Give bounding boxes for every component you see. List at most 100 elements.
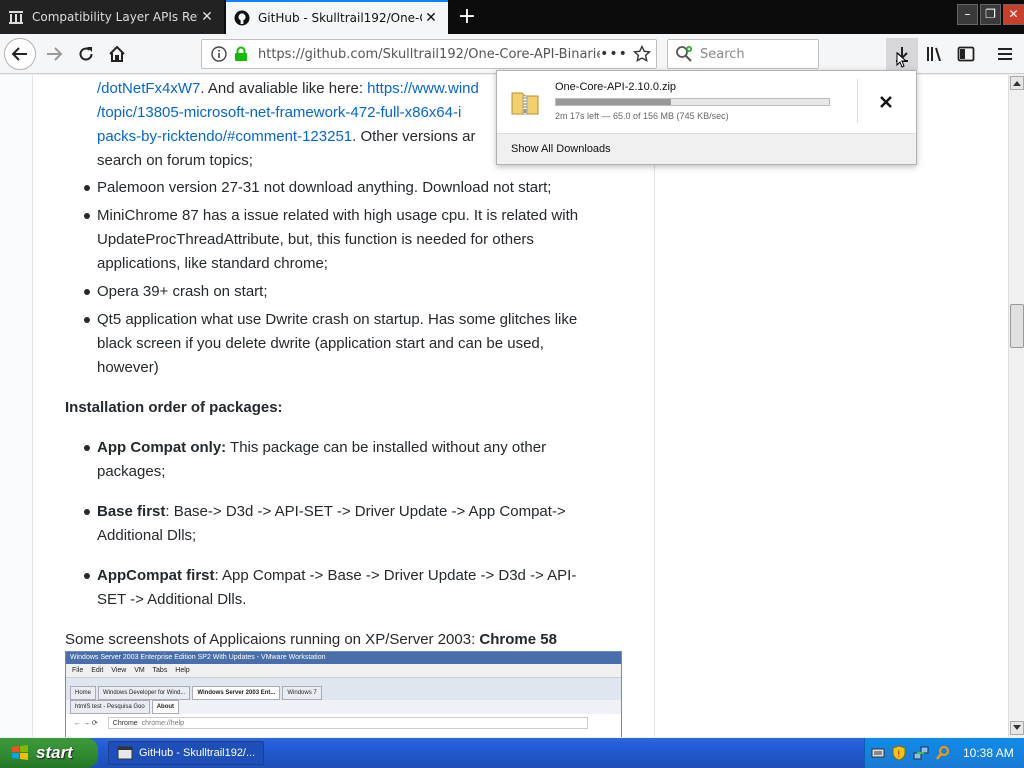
bullet-dot <box>84 185 90 191</box>
navigation-toolbar: https://github.com/Skulltrail192/One-Cor… <box>0 34 1024 74</box>
vm-tab: Windows 7 <box>282 686 322 700</box>
page-actions-button[interactable]: ••• <box>600 46 628 62</box>
reload-button[interactable] <box>70 38 102 70</box>
chrome-tab: About <box>151 700 180 714</box>
svg-text:!: ! <box>897 750 901 760</box>
list-item-continued: packages; <box>97 463 166 480</box>
downloads-panel: One-Core-API-2.10.0.zip 2m 17s left — 65… <box>496 70 917 165</box>
cancel-download-button[interactable] <box>875 91 897 113</box>
new-tab-button[interactable]: + <box>454 3 480 31</box>
tab-github[interactable]: GitHub - Skulltrail192/One-Core-Al ✕ <box>226 0 448 34</box>
start-button[interactable]: start <box>0 738 98 768</box>
list-item-continued: Additional Dlls; <box>97 527 197 544</box>
paragraph-line: /topic/13805-microsoft-net-framework-472… <box>97 101 461 125</box>
scroll-down-arrow-icon[interactable] <box>1010 721 1024 735</box>
list-item: MiniChrome 87 has a issue related with h… <box>97 207 579 224</box>
url-bar[interactable]: https://github.com/Skulltrail192/One-Cor… <box>201 39 657 69</box>
download-progress-fill <box>556 99 671 105</box>
vertical-scrollbar[interactable] <box>1008 75 1024 737</box>
vm-tab: Windows Developer for Wind... <box>98 686 191 700</box>
paragraph-line: packs-by-ricktendo/#comment-123251. Othe… <box>97 128 476 145</box>
bookmark-star-icon[interactable] <box>628 45 656 63</box>
tab-title: GitHub - Skulltrail192/One-Core-Al <box>258 11 422 25</box>
tab-compatibility-layer[interactable]: Compatibility Layer APIs Revampe ✕ <box>0 0 224 34</box>
left-gutter <box>0 75 33 737</box>
vm-tab: Windows Server 2003 Ent... <box>192 686 281 700</box>
search-icon <box>672 45 696 63</box>
tab-strip: Compatibility Layer APIs Revampe ✕ GitHu… <box>0 0 1024 34</box>
right-pane <box>656 75 1008 737</box>
github-icon <box>234 10 250 26</box>
chrome-tab: htmlS test - Pesquisa Goo <box>70 700 150 714</box>
download-progress-bar <box>555 98 830 106</box>
close-tab-icon[interactable]: ✕ <box>198 9 216 25</box>
bullet-dot <box>84 445 90 451</box>
security-shield-icon[interactable]: ! <box>891 745 907 761</box>
search-input[interactable] <box>700 46 810 62</box>
embedded-screenshot-image[interactable]: Windows Server 2003 Enterprise Edition S… <box>65 651 622 737</box>
close-icon <box>880 96 892 108</box>
close-tab-icon[interactable]: ✕ <box>422 10 440 26</box>
window-icon <box>117 746 133 760</box>
vm-tabs: Home Windows Developer for Wind... Windo… <box>66 678 621 700</box>
link-topic[interactable]: /topic/13805-microsoft-net-framework-472… <box>97 104 461 121</box>
library-button[interactable] <box>918 38 950 70</box>
link-wind[interactable]: https://www.wind <box>367 80 479 97</box>
forward-button[interactable] <box>38 38 70 70</box>
taskbar-item-github[interactable]: GitHub - Skulltrail192/... <box>108 741 264 765</box>
list-item-continued: however) <box>97 359 159 376</box>
back-button[interactable] <box>4 38 36 70</box>
system-tray: ! 10:38 AM <box>864 738 1024 768</box>
museum-icon <box>8 9 24 25</box>
link-dotnet[interactable]: /dotNetFx4xW7 <box>97 80 200 97</box>
search-tray-icon[interactable] <box>935 745 951 761</box>
download-item[interactable]: One-Core-API-2.10.0.zip 2m 17s left — 65… <box>497 71 916 133</box>
home-button[interactable] <box>101 38 133 70</box>
vm-menu-bar: File Edit View VM Tabs Help <box>66 664 621 678</box>
link-packs[interactable]: packs-by-ricktendo/#comment-123251 <box>97 128 352 145</box>
chrome-nav-icons: ← → ⟳ <box>74 720 98 727</box>
downloads-button[interactable] <box>886 38 918 70</box>
restore-button[interactable]: ❐ <box>980 4 1001 25</box>
list-item: Palemoon version 27-31 not download anyt… <box>97 179 552 196</box>
keyboard-icon[interactable] <box>871 746 885 760</box>
minimize-button[interactable]: – <box>957 4 978 25</box>
home-icon <box>109 45 125 62</box>
vm-title-bar: Windows Server 2003 Enterprise Edition S… <box>66 652 621 664</box>
info-icon[interactable] <box>208 46 230 62</box>
tab-title: Compatibility Layer APIs Revampe <box>32 10 198 24</box>
taskbar-item-label: GitHub - Skulltrail192/... <box>139 747 256 759</box>
forward-arrow-icon <box>47 47 63 61</box>
bullet-dot <box>84 509 90 515</box>
list-item-continued: SET -> Additional Dlls. <box>97 591 247 608</box>
paragraph-line: search on forum topics; <box>97 152 253 169</box>
list-item-continued: black screen if you delete dwrite (appli… <box>97 335 544 352</box>
show-all-downloads-button[interactable]: Show All Downloads <box>497 133 916 164</box>
lock-icon[interactable] <box>232 46 250 62</box>
list-item: AppCompat first: App Compat -> Base -> D… <box>97 567 577 584</box>
scroll-up-arrow-icon[interactable] <box>1010 76 1024 90</box>
start-label: start <box>36 743 73 762</box>
bullet-dot <box>84 573 90 579</box>
close-window-button[interactable]: ✕ <box>1003 4 1024 25</box>
download-status: 2m 17s left — 65.0 of 156 MB (745 KB/sec… <box>555 111 729 121</box>
install-heading: Installation order of packages: <box>65 399 283 416</box>
list-item-continued: UpdateProcThreadAttribute, but, this fun… <box>97 231 534 248</box>
list-item-continued: applications, like standard chrome; <box>97 255 328 272</box>
chrome-omnibox: Chrome chrome://help <box>107 717 588 729</box>
scrollbar-thumb[interactable] <box>1010 304 1024 348</box>
list-item: Base first: Base-> D3d -> API-SET -> Dri… <box>97 503 566 520</box>
menu-button[interactable] <box>989 38 1021 70</box>
search-box[interactable] <box>667 39 819 69</box>
sidebar-button[interactable] <box>950 38 982 70</box>
taskbar: start GitHub - Skulltrail192/... ! 10:38… <box>0 738 1024 768</box>
page-content: /dotNetFx4xW7. And avaliable like here: … <box>0 75 1008 737</box>
windows-flag-icon <box>12 745 28 760</box>
list-item: Opera 39+ crash on start; <box>97 283 268 300</box>
library-icon <box>927 47 941 62</box>
list-item: Qt5 application what use Dwrite crash on… <box>97 311 578 328</box>
network-icon[interactable] <box>913 745 929 761</box>
url-text[interactable]: https://github.com/Skulltrail192/One-Cor… <box>258 47 600 62</box>
divider <box>857 79 858 123</box>
download-filename: One-Core-API-2.10.0.zip <box>555 81 677 93</box>
